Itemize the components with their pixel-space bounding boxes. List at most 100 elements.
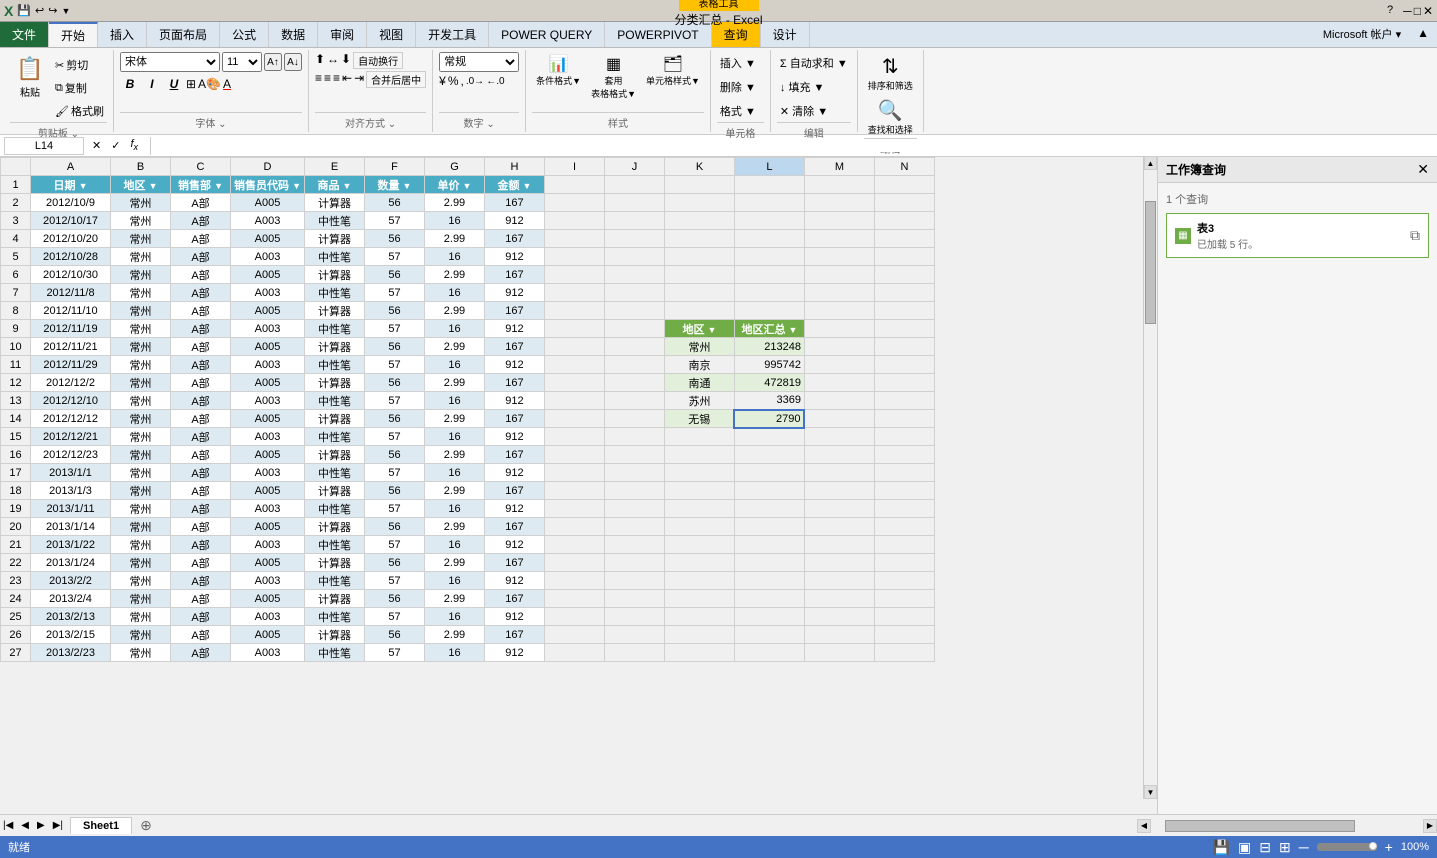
quick-access-save[interactable]: 💾 xyxy=(17,4,31,17)
summary-total-4[interactable]: 3369 xyxy=(734,392,804,410)
vertical-scrollbar[interactable]: ▲ ▼ xyxy=(1143,156,1157,799)
query-item[interactable]: ▦ 表3 已加载 5 行。 ⧉ xyxy=(1166,213,1429,258)
col-header-E[interactable]: E xyxy=(304,158,364,176)
col-header-D[interactable]: D xyxy=(231,158,305,176)
tab-view[interactable]: 视图 xyxy=(367,22,416,47)
cell-B2[interactable]: 常州 xyxy=(111,194,171,212)
comma-btn[interactable]: , xyxy=(461,74,464,88)
cell-J1[interactable] xyxy=(604,176,664,194)
summary-total-3[interactable]: 472819 xyxy=(734,374,804,392)
tab-insert[interactable]: 插入 xyxy=(98,22,147,47)
quick-access-undo[interactable]: ↩ xyxy=(35,4,44,17)
col-header-K[interactable]: K xyxy=(664,158,734,176)
col-header-H[interactable]: H xyxy=(484,158,544,176)
sort-filter-btn[interactable]: ⇅ 排序和筛选 xyxy=(864,52,917,94)
view-pagebreak-icon[interactable]: ⊞ xyxy=(1279,839,1291,856)
cell-G2[interactable]: 2.99 xyxy=(424,194,484,212)
tab-data[interactable]: 数据 xyxy=(269,22,318,47)
decrease-decimal-btn[interactable]: ←.0 xyxy=(486,76,504,87)
vscroll-track[interactable] xyxy=(1144,170,1157,785)
tab-pagelayout[interactable]: 页面布局 xyxy=(147,22,220,47)
cell-E1[interactable]: 商品 ▼ xyxy=(304,176,364,194)
cell-F1[interactable]: 数量 ▼ xyxy=(364,176,424,194)
wrap-text-btn[interactable]: 自动换行 xyxy=(353,52,403,69)
clear-btn[interactable]: ✕ 清除 ▼ xyxy=(777,100,851,122)
cell-H1[interactable]: 金额 ▼ xyxy=(484,176,544,194)
font-size-select[interactable]: 11 xyxy=(222,52,262,72)
summary-total-5[interactable]: 2790 xyxy=(734,410,804,428)
cell-C1[interactable]: 销售部 ▼ xyxy=(171,176,231,194)
cell-C2[interactable]: A部 xyxy=(171,194,231,212)
summary-header-region[interactable]: 地区 ▼ xyxy=(664,320,734,338)
cut-btn[interactable]: ✂剪切 xyxy=(52,54,107,76)
summary-region-5[interactable]: 无锡 xyxy=(664,410,734,428)
align-center-btn[interactable]: ≡ xyxy=(324,71,331,88)
col-header-F[interactable]: F xyxy=(364,158,424,176)
sheet-tab-sheet1[interactable]: Sheet1 xyxy=(70,817,132,834)
find-select-btn[interactable]: 🔍 查找和选择 xyxy=(864,96,917,138)
cell-A1[interactable]: 日期 ▼ xyxy=(31,176,111,194)
quick-access-redo[interactable]: ↪ xyxy=(48,4,57,17)
cell-A2[interactable]: 2012/10/9 xyxy=(31,194,111,212)
cell-D2[interactable]: A005 xyxy=(231,194,305,212)
tab-file[interactable]: 文件 xyxy=(0,22,49,47)
vscroll-up-btn[interactable]: ▲ xyxy=(1144,156,1157,170)
view-normal-icon[interactable]: ▣ xyxy=(1238,839,1251,856)
decrease-indent-btn[interactable]: ⇤ xyxy=(342,71,352,88)
sheet-hscroll-left[interactable]: ◀ xyxy=(1137,819,1151,833)
col-header-M[interactable]: M xyxy=(804,158,874,176)
col-header-N[interactable]: N xyxy=(874,158,934,176)
cell-K1[interactable] xyxy=(664,176,734,194)
decrease-font-btn[interactable]: A↓ xyxy=(284,53,302,71)
font-color-btn[interactable]: A xyxy=(223,77,231,91)
view-pagelayout-icon[interactable]: ⊟ xyxy=(1259,839,1271,856)
cell-D1[interactable]: 销售员代码 ▼ xyxy=(231,176,305,194)
cell-styles-btn[interactable]: 🗂 单元格样式▼ xyxy=(642,52,704,89)
paste-btn[interactable]: 📋 粘贴 xyxy=(10,52,50,102)
tab-design[interactable]: 设计 xyxy=(761,22,810,47)
query-copy-btn[interactable]: ⧉ xyxy=(1410,227,1420,244)
formula-confirm-btn[interactable]: ✓ xyxy=(109,139,122,152)
zoom-slider-thumb[interactable] xyxy=(1369,842,1377,850)
sheet-scroll-prev[interactable]: ◀ xyxy=(18,820,32,831)
sheet-scroll-next[interactable]: ▶ xyxy=(34,820,48,831)
quick-access-more[interactable]: ▼ xyxy=(61,6,70,16)
cell-M1[interactable] xyxy=(804,176,874,194)
col-header-J[interactable]: J xyxy=(604,158,664,176)
conditional-format-btn[interactable]: 📊 条件格式▼ xyxy=(532,52,585,89)
col-header-A[interactable]: A xyxy=(31,158,111,176)
number-format-select[interactable]: 常规 xyxy=(439,52,519,72)
fill-color-btn[interactable]: A🎨 xyxy=(198,77,221,91)
align-right-btn[interactable]: ≡ xyxy=(333,71,340,88)
col-header-G[interactable]: G xyxy=(424,158,484,176)
currency-btn[interactable]: ¥ xyxy=(439,74,446,88)
format-as-table-btn[interactable]: ▦ 套用表格格式▼ xyxy=(587,52,640,102)
summary-total-2[interactable]: 995742 xyxy=(734,356,804,374)
sheet-hscroll-track[interactable] xyxy=(1151,819,1423,833)
underline-btn[interactable]: U xyxy=(164,74,184,94)
summary-total-1[interactable]: 213248 xyxy=(734,338,804,356)
tab-home[interactable]: 开始 xyxy=(49,22,98,47)
sheet-hscroll-right[interactable]: ▶ xyxy=(1423,819,1437,833)
sheet-hscroll-thumb[interactable] xyxy=(1165,820,1355,832)
summary-header-total[interactable]: 地区汇总 ▼ xyxy=(734,320,804,338)
spreadsheet[interactable]: A B C D E F G H I J K L M N xyxy=(0,157,1157,814)
zoom-slider[interactable] xyxy=(1317,843,1377,851)
col-header-B[interactable]: B xyxy=(111,158,171,176)
formula-input[interactable] xyxy=(159,140,1433,152)
border-btn[interactable]: ⊞ xyxy=(186,77,196,91)
formula-func-btn[interactable]: ✕ xyxy=(88,139,105,152)
cell-L1[interactable] xyxy=(734,176,804,194)
summary-region-4[interactable]: 苏州 xyxy=(664,392,734,410)
ribbon-collapse[interactable]: ▲ xyxy=(1409,22,1437,47)
side-panel-close-btn[interactable]: ✕ xyxy=(1417,161,1429,178)
tab-powerquery[interactable]: POWER QUERY xyxy=(489,22,605,47)
cell-N1[interactable] xyxy=(874,176,934,194)
fill-btn[interactable]: ↓ 填充 ▼ xyxy=(777,76,851,98)
percent-btn[interactable]: % xyxy=(448,74,459,88)
italic-btn[interactable]: I xyxy=(142,74,162,94)
autosum-btn[interactable]: Σ 自动求和 ▼ xyxy=(777,52,851,74)
cell-F2[interactable]: 56 xyxy=(364,194,424,212)
align-top-btn[interactable]: ⬆ xyxy=(315,52,325,69)
status-save-icon[interactable]: 💾 xyxy=(1213,839,1230,856)
